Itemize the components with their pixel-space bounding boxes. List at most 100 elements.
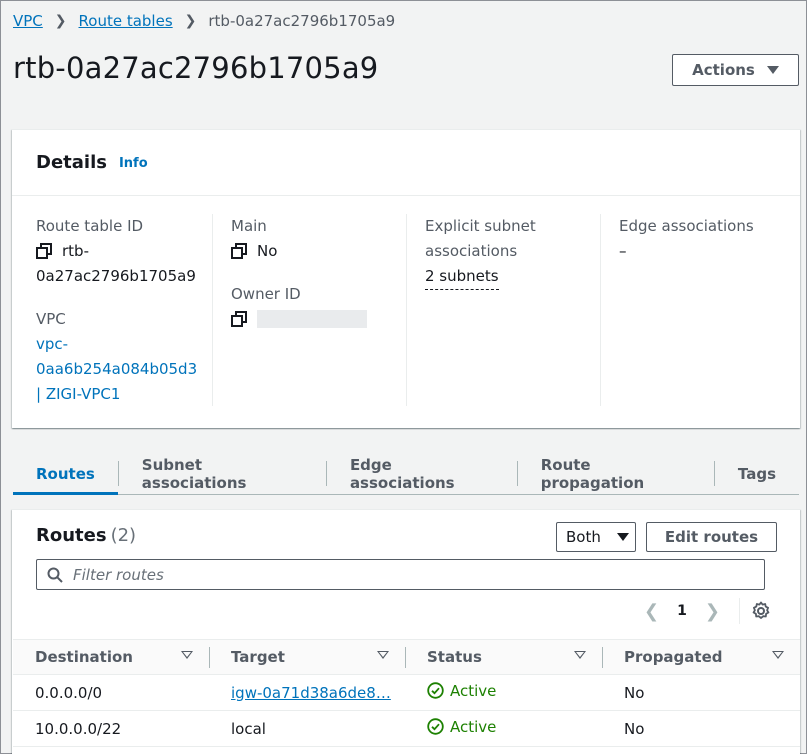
- main-value: No: [257, 242, 278, 260]
- breadcrumb-current: rtb-0a27ac2796b1705a9: [208, 12, 396, 30]
- header-divider: [602, 647, 603, 668]
- breadcrumb-route-tables[interactable]: Route tables: [79, 12, 173, 30]
- edge-associations-label: Edge associations: [619, 217, 754, 235]
- details-header: Details Info: [12, 130, 800, 196]
- header-divider: [209, 647, 210, 668]
- tab-edge-associations[interactable]: Edge associations: [327, 453, 517, 494]
- column-header-label: Status: [427, 648, 482, 666]
- tab-bar: Routes Subnet associations Edge associat…: [13, 453, 799, 495]
- status-text: Active: [450, 681, 497, 700]
- cell-target-link[interactable]: igw-0a71d38a6de8…: [209, 675, 405, 711]
- details-col-route-table: Route table ID rtb- 0a27ac2796b1705a9 VP…: [36, 214, 206, 407]
- route-table-id-line2: 0a27ac2796b1705a9: [36, 267, 196, 285]
- cell-propagated: No: [624, 683, 645, 702]
- tab-subnet-associations[interactable]: Subnet associations: [119, 453, 326, 494]
- chevron-right-icon: ❯: [184, 13, 197, 29]
- sort-icon[interactable]: [181, 651, 193, 659]
- details-col-explicit: Explicit subnet associations 2 subnets: [425, 214, 595, 290]
- actions-label: Actions: [692, 61, 755, 79]
- route-filter-select-value: Both: [566, 528, 601, 546]
- status-badge: Active: [427, 718, 496, 736]
- column-header-label: Destination: [35, 648, 133, 666]
- chevron-left-icon[interactable]: ❮: [644, 601, 659, 622]
- owner-id-value: [231, 307, 401, 328]
- column-header-target[interactable]: Target: [209, 640, 405, 675]
- cell-status: Active: [405, 675, 602, 711]
- pager-divider: [739, 598, 740, 624]
- tab-routes[interactable]: Routes: [13, 453, 118, 495]
- pagination: ❮ 1 ❯: [644, 600, 720, 622]
- column-header-label: Propagated: [624, 648, 723, 666]
- route-table-id-line1: rtb-: [62, 242, 89, 260]
- status-text: Active: [450, 717, 497, 736]
- cell-propagated: No: [624, 719, 645, 738]
- chevron-right-icon[interactable]: ❯: [705, 601, 720, 622]
- tab-route-propagation[interactable]: Route propagation: [518, 453, 714, 494]
- route-filter-select[interactable]: Both: [556, 522, 636, 552]
- column-header-status[interactable]: Status: [405, 640, 602, 675]
- column-header-label: Target: [231, 648, 285, 666]
- status-badge: Active: [427, 682, 496, 700]
- copy-icon[interactable]: [231, 311, 247, 327]
- explicit-subnet-label-line2: associations: [425, 242, 518, 260]
- tab-tags[interactable]: Tags: [715, 453, 799, 494]
- route-table-id-label: Route table ID: [36, 217, 144, 235]
- routes-table: Destination Target Status Propagated 0.0…: [13, 639, 800, 747]
- filter-routes-input[interactable]: [73, 565, 753, 584]
- details-col-main: Main No Owner ID: [231, 214, 401, 328]
- route-table-id-value: rtb-: [36, 239, 206, 264]
- explicit-subnets-link[interactable]: 2 subnets: [425, 264, 499, 290]
- filter-routes-field: [36, 559, 765, 590]
- cell-destination: 0.0.0.0/0: [35, 683, 103, 702]
- chevron-right-icon: ❯: [54, 13, 67, 29]
- vpc-link-line2: 0aa6b254a084b05d3: [36, 360, 198, 378]
- sort-icon[interactable]: [574, 651, 586, 659]
- details-col-edge: Edge associations –: [619, 214, 789, 264]
- edit-routes-button[interactable]: Edit routes: [646, 522, 777, 552]
- check-circle-icon: [427, 682, 444, 699]
- main-label: Main: [231, 217, 267, 235]
- caret-down-icon: [766, 66, 779, 74]
- routes-panel: Routes(2) Both Edit routes ❮ 1 ❯ Destina…: [12, 509, 800, 754]
- table-header-row: Destination Target Status Propagated: [13, 639, 800, 675]
- sort-icon[interactable]: [772, 651, 784, 659]
- info-link[interactable]: Info: [119, 156, 148, 171]
- page-title: rtb-0a27ac2796b1705a9: [13, 51, 379, 85]
- column-header-destination[interactable]: Destination: [13, 640, 209, 675]
- copy-icon[interactable]: [231, 243, 247, 259]
- vpc-label: VPC: [36, 310, 66, 328]
- table-row[interactable]: 0.0.0.0/0 igw-0a71d38a6de8… Active No: [13, 675, 800, 711]
- page-number[interactable]: 1: [677, 603, 687, 619]
- caret-down-icon: [616, 533, 629, 541]
- column-divider: [600, 214, 601, 406]
- sort-icon[interactable]: [377, 651, 389, 659]
- breadcrumb-vpc[interactable]: VPC: [13, 12, 43, 30]
- column-divider: [212, 214, 213, 406]
- cell-status: Active: [405, 711, 602, 747]
- vpc-link[interactable]: vpc- 0aa6b254a084b05d3 | ZIGI-VPC1: [36, 332, 206, 407]
- main-value-row: No: [231, 239, 401, 264]
- vpc-link-line3: | ZIGI-VPC1: [36, 385, 121, 403]
- routes-title: Routes (2): [36, 525, 136, 546]
- owner-id-redacted: [257, 310, 367, 328]
- routes-title-text: Routes: [36, 525, 107, 546]
- edge-associations-value: –: [619, 242, 627, 260]
- explicit-subnet-label-line1: Explicit subnet: [425, 217, 536, 235]
- details-title: Details: [36, 152, 107, 173]
- routes-count: (2): [110, 525, 137, 546]
- owner-id-label: Owner ID: [231, 285, 301, 303]
- actions-button[interactable]: Actions: [672, 54, 799, 86]
- breadcrumb: VPC ❯ Route tables ❯ rtb-0a27ac2796b1705…: [13, 11, 395, 31]
- check-circle-icon: [427, 718, 444, 735]
- table-row[interactable]: 10.0.0.0/22 local Active No: [13, 711, 800, 747]
- column-header-propagated[interactable]: Propagated: [602, 640, 800, 675]
- details-panel: Details Info Route table ID rtb- 0a27ac2…: [12, 129, 800, 428]
- cell-destination: 10.0.0.0/22: [35, 719, 122, 738]
- column-divider: [406, 214, 407, 406]
- gear-icon[interactable]: [751, 601, 771, 621]
- search-icon: [47, 567, 63, 583]
- vpc-link-line1: vpc-: [36, 335, 69, 353]
- header-divider: [405, 647, 406, 668]
- copy-icon[interactable]: [36, 243, 52, 259]
- cell-target: local: [231, 719, 266, 738]
